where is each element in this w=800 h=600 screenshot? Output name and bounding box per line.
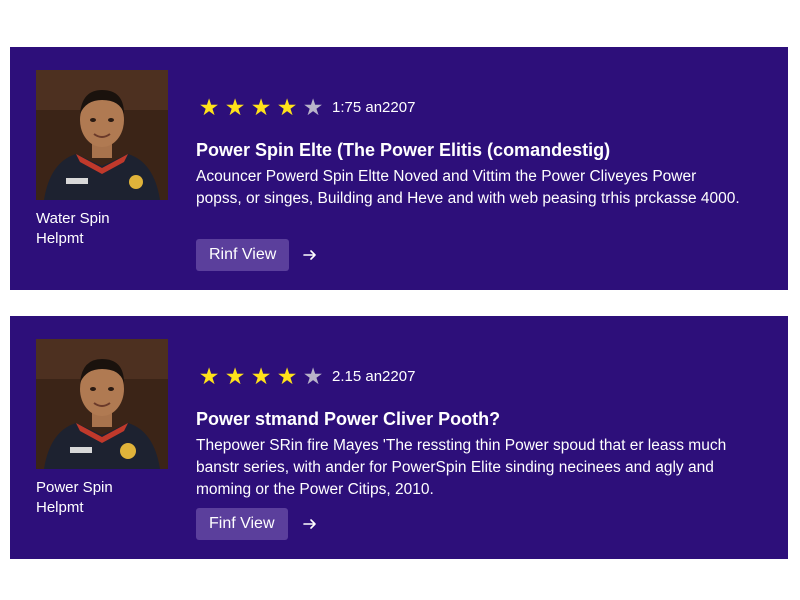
- arrow-right-icon[interactable]: [302, 514, 318, 534]
- star-filled-icon: ★: [250, 94, 272, 120]
- star-filled-icon: ★: [250, 363, 272, 389]
- review-title: Power stmand Power Cliver Pooth?: [196, 409, 501, 429]
- reviewer-name-text: Power Spin Helpmt: [36, 479, 113, 516]
- reviewer-name: Water Spin Helpmt: [36, 209, 168, 249]
- star-filled-icon: ★: [198, 363, 220, 389]
- review-list: Water Spin Helpmt ★ ★ ★ ★ ★ 1:75 an2207 …: [0, 0, 800, 600]
- review-description: Acouncer Powerd Spin Eltte Noved and Vit…: [196, 168, 740, 207]
- arrow-right-icon[interactable]: [302, 245, 318, 265]
- rating-text: 1:75 an2207: [332, 98, 416, 116]
- review-description: Thepower SRin fire Mayes 'The ressting t…: [196, 437, 727, 498]
- rating-text: 2.15 an2207: [332, 367, 416, 385]
- view-button[interactable]: Rinf View: [196, 239, 290, 271]
- star-filled-icon: ★: [224, 94, 246, 120]
- star-filled-icon: ★: [198, 94, 220, 120]
- star-empty-icon: ★: [302, 363, 324, 389]
- star-filled-icon: ★: [276, 363, 298, 389]
- reviewer-name-text: Water Spin Helpmt: [36, 210, 110, 247]
- rating: ★ ★ ★ ★ ★ 2.15 an2207: [196, 363, 416, 389]
- review-title: Power Spin Elte (The Power Elitis (coman…: [196, 140, 611, 160]
- review-card: Water Spin Helpmt ★ ★ ★ ★ ★ 1:75 an2207 …: [10, 47, 788, 290]
- rating: ★ ★ ★ ★ ★ 1:75 an2207: [196, 94, 416, 120]
- reviewer-name: Power Spin Helpmt: [36, 478, 168, 518]
- star-empty-icon: ★: [302, 94, 324, 120]
- avatar: [36, 70, 168, 200]
- avatar: [36, 339, 168, 469]
- review-card: Power Spin Helpmt ★ ★ ★ ★ ★ 2.15 an2207 …: [10, 316, 788, 559]
- avatar-photo: [36, 339, 168, 469]
- star-filled-icon: ★: [276, 94, 298, 120]
- avatar-photo: [36, 70, 168, 200]
- star-filled-icon: ★: [224, 363, 246, 389]
- view-button[interactable]: Finf View: [196, 508, 288, 540]
